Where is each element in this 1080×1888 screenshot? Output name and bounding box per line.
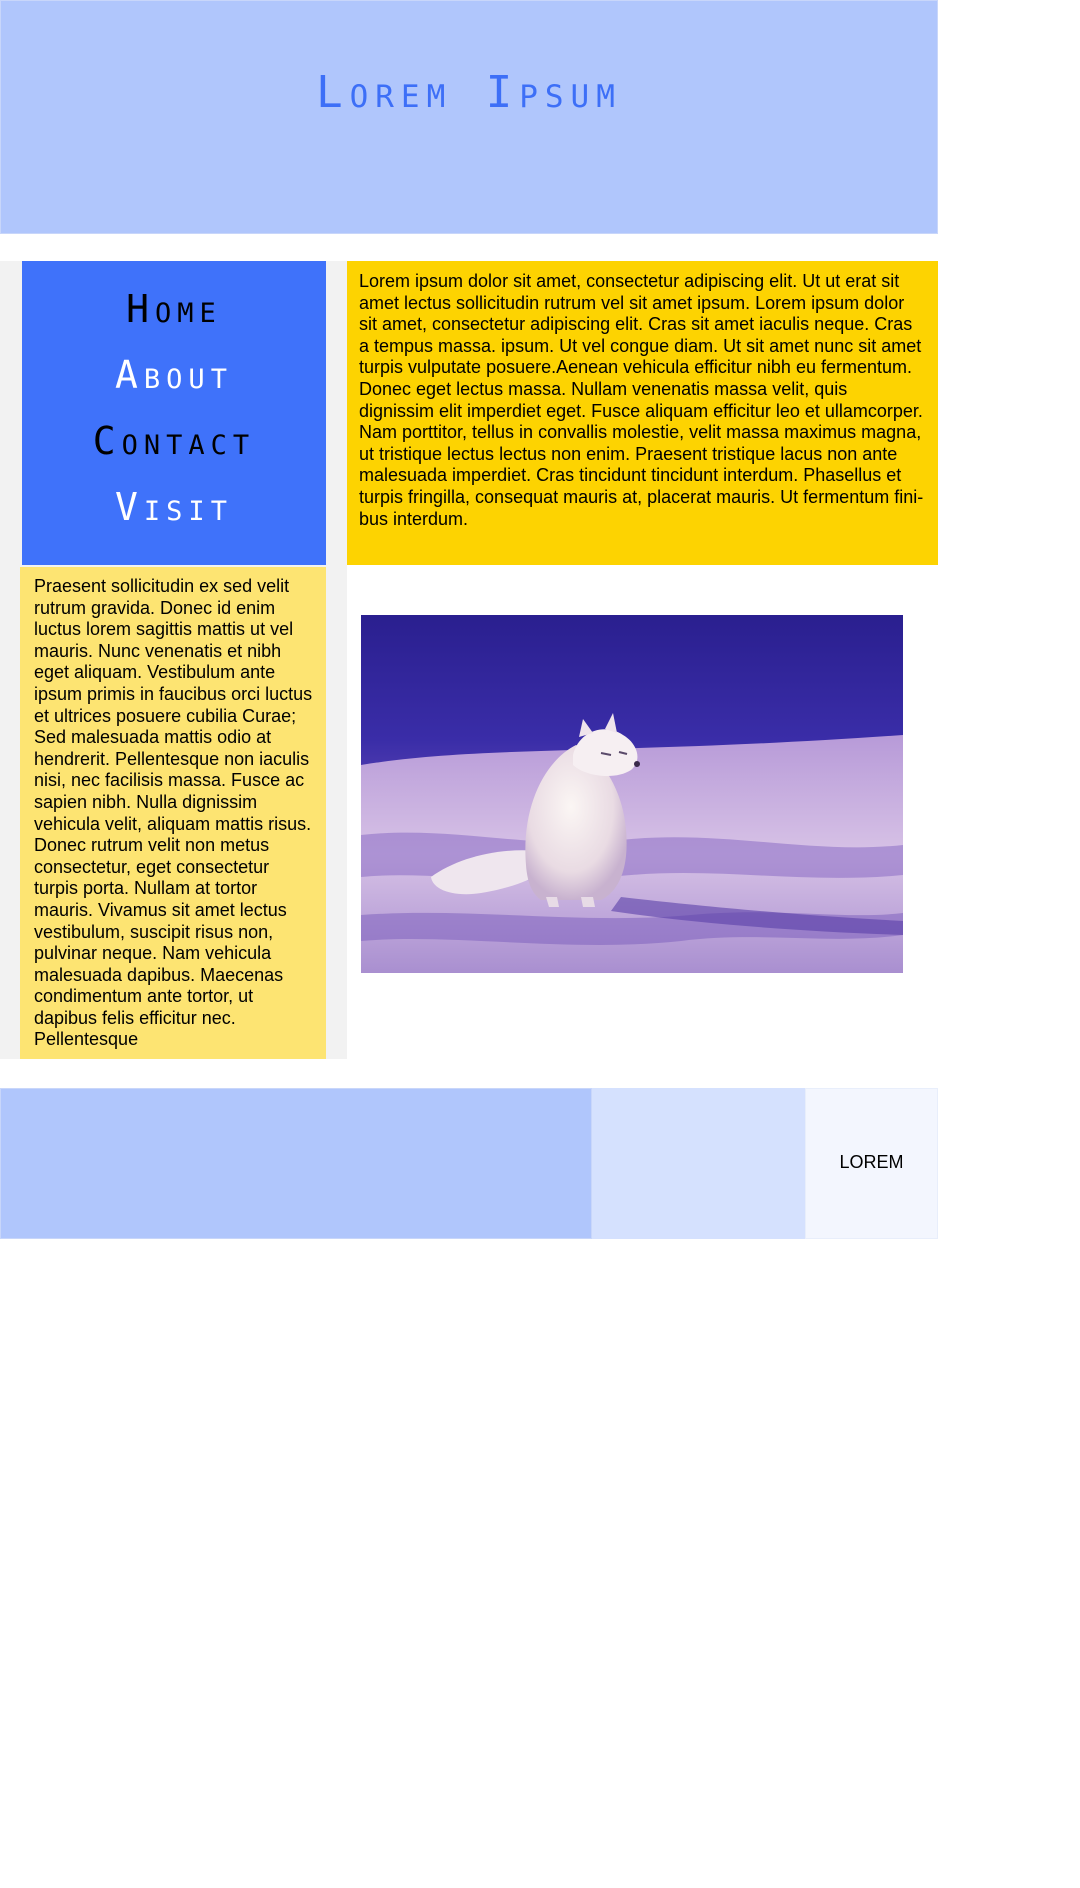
nav-item-contact[interactable]: Contact — [22, 419, 326, 463]
header-banner: Lorem Ipsum — [0, 0, 938, 234]
nav-item-about[interactable]: About — [22, 353, 326, 397]
nav-item-visit[interactable]: Visit — [22, 485, 326, 529]
footer-panel-right: LOREM — [805, 1088, 938, 1239]
sidebar-text-block: Praesent sollicitudin ex sed velit rutru… — [20, 567, 326, 1059]
footer-panel-middle — [592, 1088, 805, 1239]
page-title: Lorem Ipsum — [316, 67, 622, 118]
main-text-block: Lorem ipsum dolor sit amet, consectetur … — [347, 261, 938, 565]
nav-menu: Home About Contact Visit — [22, 261, 326, 565]
footer-panel-left — [0, 1088, 592, 1239]
arctic-fox-photo — [361, 615, 903, 973]
footer-label: LOREM — [839, 1152, 904, 1172]
nav-item-home[interactable]: Home — [22, 287, 326, 331]
